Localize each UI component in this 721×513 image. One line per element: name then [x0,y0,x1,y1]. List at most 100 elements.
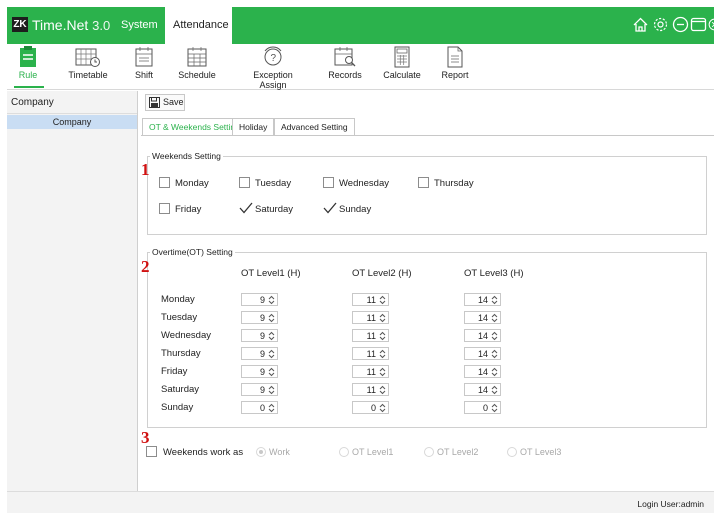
monday-checkbox[interactable] [159,177,170,188]
ot-day-label: Monday [161,294,195,305]
spin-arrows-icon[interactable] [491,367,498,377]
menu-tab-attendance[interactable]: Attendance [165,7,232,44]
spin-arrows-icon[interactable] [491,313,498,323]
spin-arrows-icon[interactable] [379,385,386,395]
toolbar-schedule[interactable]: Schedule [175,46,219,88]
ot-level3-spinbox[interactable]: 14 [464,347,501,360]
radio-work[interactable] [256,447,266,457]
ot-level2-spinbox[interactable]: 11 [352,383,389,396]
spin-arrows-icon[interactable] [379,349,386,359]
spin-arrows-icon[interactable] [268,313,275,323]
spin-arrows-icon[interactable] [268,403,275,413]
spinbox-value: 9 [259,367,265,377]
overtime-setting-title: Overtime(OT) Setting [150,247,235,257]
menu-tab-system[interactable]: System [113,7,166,44]
radio-ot-level3[interactable] [507,447,517,457]
toolbar-shift[interactable]: Shift [131,46,157,88]
ot-day-label: Tuesday [161,312,198,323]
company-tree-item[interactable]: Company [7,115,137,129]
saturday-label: Saturday [255,204,294,215]
tab-advanced-setting[interactable]: Advanced Setting [274,118,355,135]
ot-day-label: Sunday [161,402,194,413]
close-icon[interactable] [708,16,721,33]
ot-level3-spinbox[interactable]: 0 [464,401,501,414]
radio-work-label: Work [269,447,290,457]
ot-level1-spinbox[interactable]: 9 [241,383,278,396]
status-bar: Login User:admin [7,491,714,513]
login-user-text: Login User:admin [637,499,704,509]
spin-arrows-icon[interactable] [379,403,386,413]
ot-level3-spinbox[interactable]: 14 [464,365,501,378]
spinbox-value: 9 [259,313,265,323]
spin-arrows-icon[interactable] [379,367,386,377]
ot-level2-spinbox[interactable]: 0 [352,401,389,414]
tuesday-checkbox[interactable] [239,177,250,188]
toolbar-exception-assign[interactable]: ? Exception Assign [240,46,306,90]
ot-level1-spinbox[interactable]: 0 [241,401,278,414]
spin-arrows-icon[interactable] [491,331,498,341]
spin-arrows-icon[interactable] [268,295,275,305]
toolbar-records[interactable]: Records [328,46,362,88]
spinbox-value: 9 [259,349,265,359]
sunday-label: Sunday [339,204,372,215]
spin-arrows-icon[interactable] [268,331,275,341]
ot-level1-spinbox[interactable]: 9 [241,311,278,324]
zk-logo: ZK [12,17,28,32]
spin-arrows-icon[interactable] [268,349,275,359]
spin-arrows-icon[interactable] [379,331,386,341]
toolbar-label: Calculate [383,70,421,80]
ot-level1-spinbox[interactable]: 9 [241,293,278,306]
wednesday-checkbox[interactable] [323,177,334,188]
weekends-setting-group [147,156,707,235]
save-button[interactable]: Save [145,94,185,111]
radio-ot-level2[interactable] [424,447,434,457]
ot-level3-spinbox[interactable]: 14 [464,383,501,396]
radio-ot-level3-label: OT Level3 [520,447,562,457]
home-icon[interactable] [632,16,649,33]
spin-arrows-icon[interactable] [491,349,498,359]
annotation-marker-3: 3 [141,428,150,447]
ot-level3-spinbox[interactable]: 14 [464,329,501,342]
app-name: Time.Net [32,17,89,33]
spin-arrows-icon[interactable] [491,295,498,305]
spin-arrows-icon[interactable] [379,313,386,323]
spin-arrows-icon[interactable] [491,403,498,413]
friday-checkbox[interactable] [159,203,170,214]
toolbar-rule[interactable]: Rule [11,46,45,88]
gear-icon[interactable] [652,16,669,33]
saturday-checkbox[interactable] [239,202,253,214]
ot-level2-header: OT Level2 (H) [352,268,412,279]
report-icon [447,46,463,68]
tab-holiday[interactable]: Holiday [232,118,275,135]
ot-level3-spinbox[interactable]: 14 [464,311,501,324]
toolbar-calculate[interactable]: Calculate [383,46,421,88]
ot-level1-header: OT Level1 (H) [241,268,301,279]
thursday-checkbox[interactable] [418,177,429,188]
spinbox-value: 11 [366,385,376,395]
spinbox-value: 0 [370,403,376,413]
ot-level1-spinbox[interactable]: 9 [241,347,278,360]
ot-level2-spinbox[interactable]: 11 [352,311,389,324]
toolbar-timetable[interactable]: Timetable [65,46,111,88]
ot-level2-spinbox[interactable]: 11 [352,329,389,342]
toolbar-label: Exception Assign [253,70,293,90]
ot-level2-spinbox[interactable]: 11 [352,365,389,378]
maximize-icon[interactable] [690,16,707,33]
spin-arrows-icon[interactable] [379,295,386,305]
ot-level1-spinbox[interactable]: 9 [241,365,278,378]
spin-arrows-icon[interactable] [268,367,275,377]
toolbar-report[interactable]: Report [440,46,470,88]
weekends-work-as-checkbox[interactable] [146,446,157,457]
ot-level2-spinbox[interactable]: 11 [352,293,389,306]
ot-level1-spinbox[interactable]: 9 [241,329,278,342]
radio-ot-level1[interactable] [339,447,349,457]
tab-content-border [141,135,714,136]
sunday-checkbox[interactable] [323,202,337,214]
ot-level2-spinbox[interactable]: 11 [352,347,389,360]
toolbar-label: Rule [18,70,38,80]
ot-level3-spinbox[interactable]: 14 [464,293,501,306]
spin-arrows-icon[interactable] [491,385,498,395]
minimize-icon[interactable] [672,16,689,33]
spinbox-value: 0 [482,403,488,413]
spin-arrows-icon[interactable] [268,385,275,395]
